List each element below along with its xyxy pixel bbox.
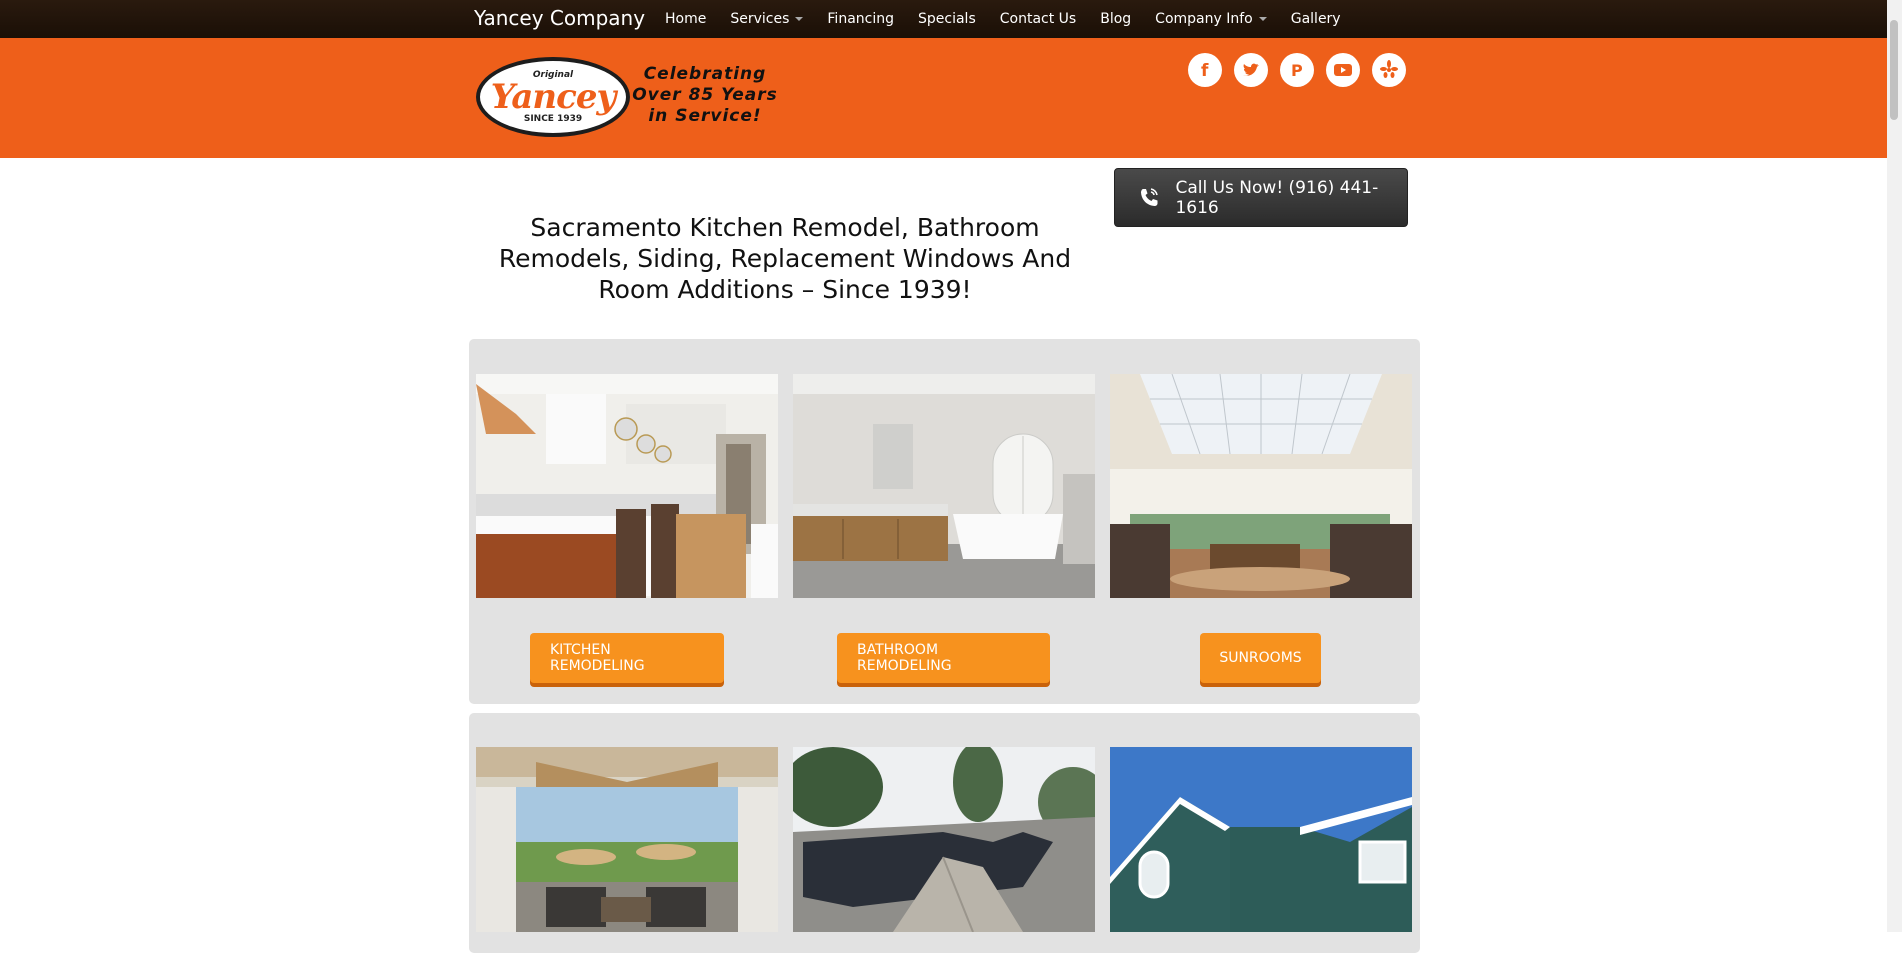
facebook-icon[interactable]: f <box>1188 53 1222 87</box>
logo-name-text: Yancey <box>490 77 616 117</box>
nav-blog-label: Blog <box>1100 11 1132 27</box>
svg-text:P: P <box>1291 61 1303 80</box>
caret-down-icon <box>795 17 804 21</box>
youtube-icon[interactable] <box>1326 53 1360 87</box>
tagline-line-3: in Service! <box>648 106 762 126</box>
phone-icon <box>1137 185 1161 211</box>
nav-menu: Home Services Financing Specials Contact… <box>665 0 1365 38</box>
nav-gallery[interactable]: Gallery <box>1291 11 1341 27</box>
page-scrollbar[interactable] <box>1887 0 1902 932</box>
pinterest-icon[interactable]: P <box>1280 53 1314 87</box>
nav-company-info-label: Company Info <box>1155 11 1253 27</box>
twitter-icon[interactable] <box>1234 53 1268 87</box>
nav-contact[interactable]: Contact Us <box>1000 11 1076 27</box>
nav-company-info[interactable]: Company Info <box>1155 11 1267 27</box>
tagline-line-2: Over 85 Years <box>632 85 778 105</box>
caret-down-icon <box>1258 17 1267 21</box>
bathroom-image[interactable] <box>793 374 1095 598</box>
nav-blog[interactable]: Blog <box>1100 11 1131 27</box>
sunroom-image[interactable] <box>1110 374 1412 598</box>
nav-contact-label: Contact Us <box>999 11 1077 27</box>
kitchen-remodeling-label: KITCHEN REMODELING <box>550 642 645 674</box>
nav-specials-label: Specials <box>918 11 976 27</box>
bathroom-remodeling-button[interactable]: BATHROOM REMODELING <box>837 633 1050 683</box>
nav-financing-label: Financing <box>827 11 894 27</box>
nav-services-label: Services <box>730 11 790 27</box>
logo-since-text: SINCE 1939 <box>523 114 583 124</box>
company-logo[interactable]: Original Yancey SINCE 1939 <box>476 57 630 137</box>
call-now-button[interactable]: Call Us Now! (916) 441-1616 <box>1114 168 1408 227</box>
svg-text:f: f <box>1201 61 1209 81</box>
tagline: Celebrating Over 85 Years in Service! <box>630 64 780 127</box>
nav-services[interactable]: Services <box>730 11 804 27</box>
tagline-line-1: Celebrating <box>643 64 767 84</box>
brand-link[interactable]: Yancey Company <box>474 0 645 38</box>
sunrooms-label: SUNROOMS <box>1219 650 1302 666</box>
siding-image[interactable] <box>1110 747 1412 932</box>
kitchen-image[interactable] <box>476 374 778 598</box>
site-header <box>0 38 1887 158</box>
yelp-icon[interactable] <box>1372 53 1406 87</box>
scrollbar-thumb[interactable] <box>1890 20 1898 120</box>
kitchen-remodeling-button[interactable]: KITCHEN REMODELING <box>530 633 724 683</box>
nav-specials[interactable]: Specials <box>918 11 976 27</box>
nav-financing[interactable]: Financing <box>827 11 894 27</box>
sunrooms-button[interactable]: SUNROOMS <box>1200 633 1321 683</box>
top-navbar: Yancey Company Home Services Financing S… <box>0 0 1887 38</box>
call-now-label: Call Us Now! (916) 441-1616 <box>1175 177 1379 218</box>
patio-image[interactable] <box>476 747 778 932</box>
bathroom-remodeling-label: BATHROOM REMODELING <box>857 642 952 674</box>
nav-gallery-label: Gallery <box>1290 11 1341 27</box>
nav-home-label: Home <box>665 11 707 27</box>
page-headline: Sacramento Kitchen Remodel, Bathroom Rem… <box>498 213 1072 304</box>
nav-home[interactable]: Home <box>665 11 706 27</box>
solar-roof-image[interactable] <box>793 747 1095 932</box>
